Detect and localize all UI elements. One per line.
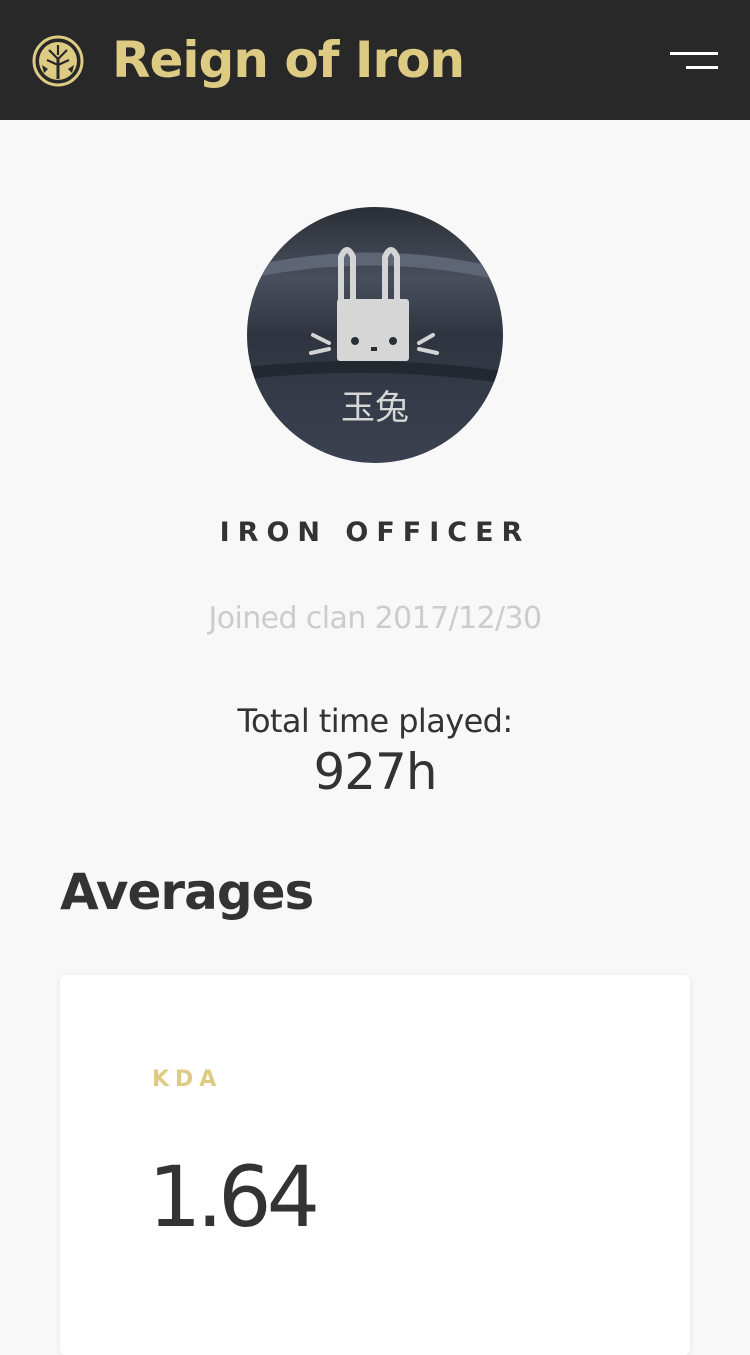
menu-button[interactable]	[660, 42, 726, 80]
hamburger-menu-icon-line	[686, 66, 718, 69]
rank-title: IRON OFFICER	[219, 517, 531, 548]
averages-heading: Averages	[60, 863, 314, 921]
total-time-value: 927h	[313, 743, 437, 801]
site-title[interactable]: Reign of Iron	[112, 28, 465, 92]
total-time-label: Total time played:	[237, 702, 513, 740]
join-date: Joined clan 2017/12/30	[208, 601, 542, 636]
kda-label: KDA	[152, 1067, 223, 1092]
hamburger-menu-icon	[670, 52, 718, 55]
tree-of-iron-emblem-icon[interactable]	[32, 35, 84, 87]
top-bar: Reign of Iron	[0, 0, 750, 120]
avatar-emblem-text: 玉兔	[341, 388, 409, 428]
profile-avatar: 玉兔	[247, 207, 503, 463]
kda-stat-card: KDA 1.64	[60, 975, 690, 1355]
kda-value: 1.64	[148, 1148, 320, 1246]
